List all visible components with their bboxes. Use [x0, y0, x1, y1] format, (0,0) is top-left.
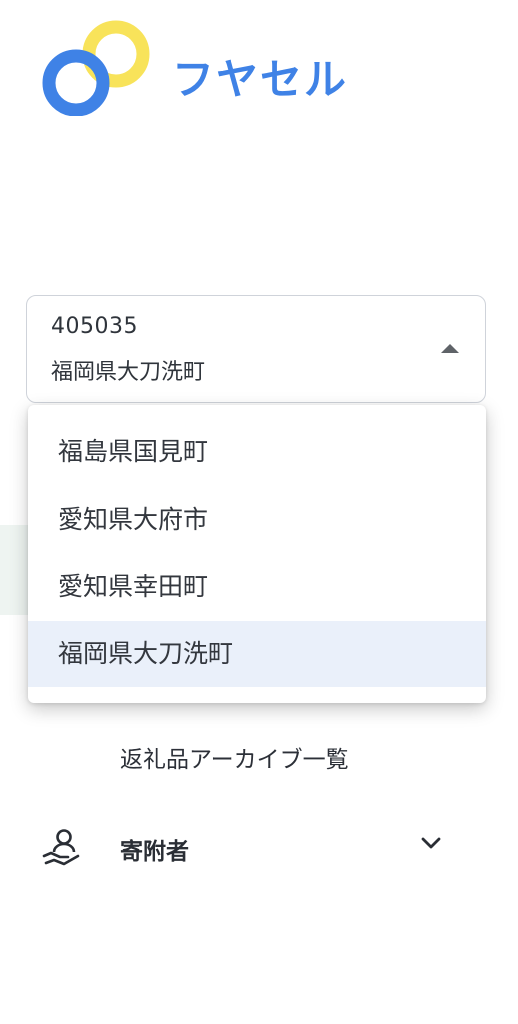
municipality-dropdown-menu: 福島県国見町 愛知県大府市 愛知県幸田町 福岡県大刀洗町: [28, 405, 486, 703]
nav-item-donor-label: 寄附者: [120, 839, 189, 865]
menu-item-option[interactable]: 福島県国見町: [28, 419, 486, 485]
active-nav-highlight: [0, 525, 28, 615]
hand-person-icon: [42, 829, 80, 866]
caret-up-icon: [441, 344, 459, 353]
menu-item-option[interactable]: 愛知県大府市: [28, 487, 486, 553]
nav-item-donor[interactable]: 寄附者: [0, 820, 518, 880]
fuyaseru-logo[interactable]: フヤセル: [40, 20, 380, 116]
app-screen: フヤセル 405035 福岡県大刀洗町 返礼品アーカイブ一覧 寄附者 福島県国見…: [0, 0, 518, 1024]
municipality-select[interactable]: 405035 福岡県大刀洗町: [26, 295, 486, 403]
menu-item-option-selected[interactable]: 福岡県大刀洗町: [28, 621, 486, 687]
municipality-name: 福岡県大刀洗町: [51, 360, 206, 385]
chevron-down-icon[interactable]: [420, 836, 442, 850]
nav-item-archive[interactable]: 返礼品アーカイブ一覧: [120, 740, 349, 774]
logo-wordmark: フヤセル: [172, 55, 349, 104]
menu-item-option[interactable]: 愛知県幸田町: [28, 554, 486, 620]
municipality-code: 405035: [51, 314, 138, 339]
logo-rings-icon: [42, 20, 150, 116]
